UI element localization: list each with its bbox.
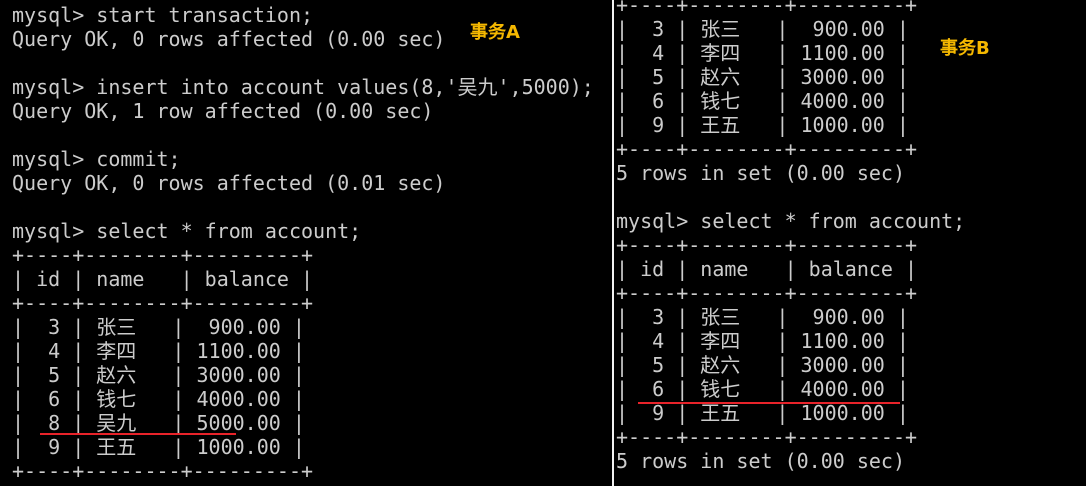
terminal-line: +----+--------+---------+ [12, 459, 314, 483]
terminal-line: Query OK, 1 row affected (0.00 sec) [12, 99, 434, 123]
terminal-line: | 5 | 赵六 | 3000.00 | [616, 65, 909, 89]
highlight-underline [638, 402, 900, 404]
terminal-pane-transaction-a[interactable]: mysql> start transaction; Query OK, 0 row… [0, 0, 612, 486]
terminal-line: | 6 | 钱七 | 4000.00 | [12, 387, 305, 411]
transaction-a-label: 事务A [470, 22, 520, 43]
terminal-line: +----+--------+---------+ [616, 0, 918, 17]
terminal-line: | 9 | 王五 | 1000.00 | [616, 113, 909, 137]
terminal-line: 5 rows in set (0.00 sec) [616, 161, 905, 185]
terminal-line: mysql> select * from account; [12, 219, 362, 243]
terminal-line: +----+--------+---------+ [12, 291, 314, 315]
terminal-line: +----+--------+---------+ [12, 243, 314, 267]
terminal-line: | 3 | 张三 | 900.00 | [12, 315, 305, 339]
terminal-line: | id | name | balance | [616, 257, 918, 281]
terminal-line: +----+--------+---------+ [616, 233, 918, 257]
terminal-line: +----+--------+---------+ [616, 425, 918, 449]
terminal-line: 5 rows in set (0.00 sec) [616, 449, 905, 473]
terminal-line: +----+--------+---------+ [616, 137, 918, 161]
terminal-line: | 9 | 王五 | 1000.00 | [616, 401, 909, 425]
highlight-underline [40, 433, 236, 435]
terminal-output: mysql> start transaction; Query OK, 0 row… [12, 3, 594, 486]
terminal-line: | 4 | 李四 | 1100.00 | [616, 41, 909, 65]
terminal-line: | 3 | 张三 | 900.00 | [616, 305, 909, 329]
terminal-line: | 3 | 张三 | 900.00 | [616, 17, 909, 41]
terminal-line: Query OK, 0 rows affected (0.01 sec) [12, 171, 446, 195]
terminal-line: | 4 | 李四 | 1100.00 | [616, 329, 909, 353]
terminal-line: | 9 | 王五 | 1000.00 | [12, 435, 305, 459]
terminal-line: mysql> insert into account values(8,'吴九'… [12, 75, 594, 99]
terminal-line: | 5 | 赵六 | 3000.00 | [616, 353, 909, 377]
terminal-line: | 4 | 李四 | 1100.00 | [12, 339, 305, 363]
terminal-line: | 5 | 赵六 | 3000.00 | [12, 363, 305, 387]
transaction-b-label: 事务B [940, 38, 990, 59]
terminal-line: mysql> select * from account; [616, 209, 966, 233]
terminal-line: +----+--------+---------+ [616, 281, 918, 305]
terminal-line: | 8 | 吴九 | 5000.00 | [12, 411, 305, 435]
terminal-line: | 6 | 钱七 | 4000.00 | [616, 89, 909, 113]
terminal-line: | id | name | balance | [12, 267, 314, 291]
terminal-line: | 6 | 钱七 | 4000.00 | [616, 377, 909, 401]
terminal-pane-transaction-b[interactable]: +----+--------+---------+ | 3 | 张三 | 900.… [614, 0, 1086, 486]
terminal-line: mysql> commit; [12, 147, 181, 171]
